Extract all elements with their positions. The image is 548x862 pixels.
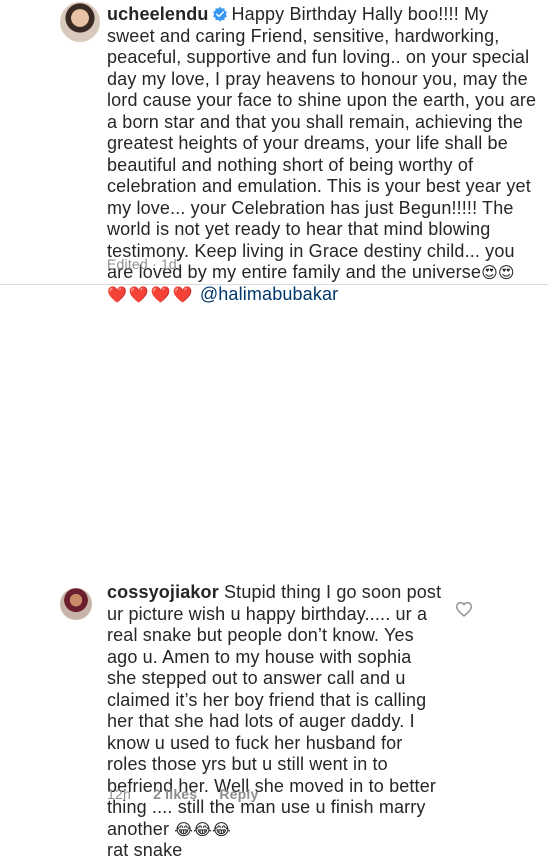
comment-meta: 12h 2 likes Reply — [107, 786, 277, 802]
comment-text: Happy Birthday Hally boo!!!! My sweet an… — [107, 4, 537, 282]
comment-body: cossyojiakor Stupid thing I go soon post… — [107, 582, 442, 862]
username[interactable]: cossyojiakor — [107, 582, 219, 602]
reply-button[interactable]: Reply — [219, 786, 258, 802]
comment-2: cossyojiakor Stupid thing I go soon post… — [0, 284, 548, 860]
heart-outline-icon[interactable] — [455, 601, 473, 617]
comment-1: ucheelendu Happy Birthday Hally boo!!!! … — [0, 0, 548, 304]
comment-text-end: rat snake — [107, 840, 183, 860]
verified-badge-icon — [212, 6, 227, 22]
username[interactable]: ucheelendu — [107, 4, 209, 24]
laughing-emoji: 😂😂😂 — [174, 819, 231, 839]
likes-count[interactable]: 2 likes — [153, 786, 197, 802]
avatar[interactable] — [60, 2, 100, 42]
comment-meta: Edited · 1d — [107, 256, 177, 272]
avatar[interactable] — [60, 588, 92, 620]
heart-eyes-emoji: 😍😍 — [481, 263, 515, 282]
timestamp: 12h — [107, 786, 131, 802]
